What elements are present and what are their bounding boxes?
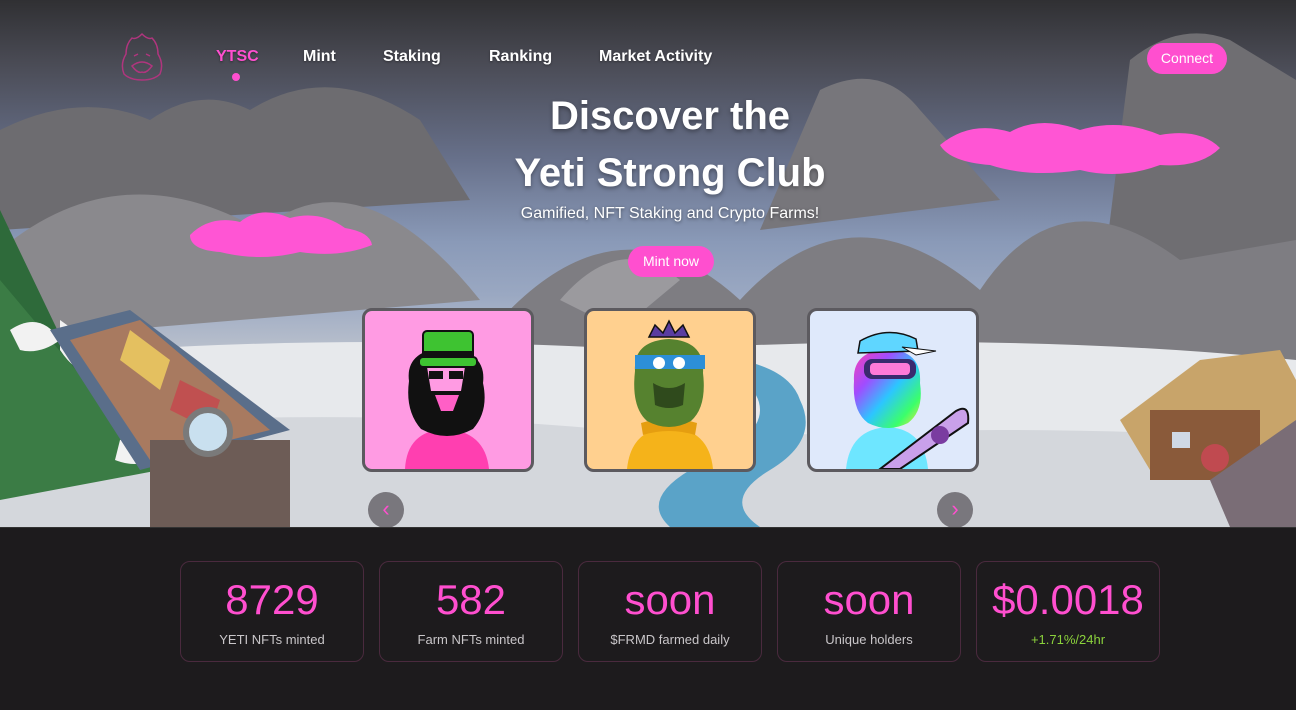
stat-value: $0.0018 (992, 576, 1144, 623)
carousel-next-button[interactable]: › (937, 492, 973, 527)
stat-card-unique-holders: soon Unique holders (777, 561, 961, 662)
nav-ranking[interactable]: Ranking (489, 48, 552, 66)
yeti-crown-image (627, 319, 713, 469)
nav-ytsc[interactable]: YTSC (216, 48, 259, 66)
stat-value: soon (624, 576, 716, 623)
stat-label: Farm NFTs minted (417, 632, 525, 647)
chevron-left-icon: ‹ (382, 496, 390, 521)
nft-card-1[interactable] (362, 308, 534, 472)
chevron-right-icon: › (951, 496, 959, 521)
stat-value: 582 (435, 576, 507, 623)
stat-card-yeti-minted: 8729 YETI NFTs minted (180, 561, 364, 662)
stat-card-frmd-farmed: soon $FRMD farmed daily (578, 561, 762, 662)
nav-staking[interactable]: Staking (383, 48, 441, 66)
yeti-green-hat-image (405, 330, 489, 469)
mint-now-button[interactable]: Mint now (628, 246, 714, 277)
hero-subtitle: Gamified, NFT Staking and Crypto Farms! (520, 205, 820, 222)
stat-label: $FRMD farmed daily (610, 632, 730, 647)
stat-card-token-price: $0.0018 +1.71%/24hr (976, 561, 1160, 662)
nft-card-3[interactable] (807, 308, 979, 472)
stat-change: +1.71%/24hr (1030, 632, 1106, 647)
nft-card-2[interactable] (584, 308, 756, 472)
hero-title-line1: Discover the (549, 94, 791, 138)
top-nav: YTSC Mint Staking Ranking Market Activit… (0, 0, 1296, 90)
stat-label: YETI NFTs minted (219, 632, 325, 647)
hero-title-line2: Yeti Strong Club (514, 151, 826, 195)
carousel-prev-button[interactable]: ‹ (368, 492, 404, 527)
stat-label: Unique holders (825, 632, 913, 647)
nav-mint[interactable]: Mint (303, 48, 336, 66)
stat-value: 8729 (225, 576, 319, 623)
stat-value: soon (823, 576, 915, 623)
yeti-logo-icon[interactable] (114, 30, 170, 86)
connect-button[interactable]: Connect (1147, 43, 1227, 74)
yeti-snowboard-image (846, 331, 970, 469)
stats-section: 8729 YETI NFTs minted 582 Farm NFTs mint… (0, 527, 1296, 710)
stat-card-farm-minted: 582 Farm NFTs minted (379, 561, 563, 662)
active-indicator (232, 73, 240, 81)
hero-section: YTSC Mint Staking Ranking Market Activit… (0, 0, 1296, 527)
nav-market-activity[interactable]: Market Activity (599, 48, 712, 66)
